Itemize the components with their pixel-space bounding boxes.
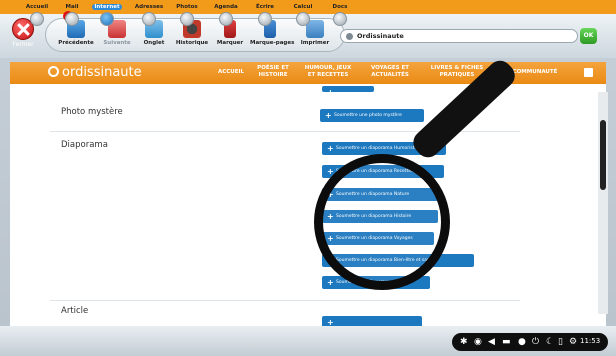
globe-icon (100, 12, 114, 26)
next-label: Suivante (103, 40, 131, 46)
pencil-icon (258, 12, 272, 26)
clock: 11:53 (580, 337, 601, 345)
home-icon (30, 12, 44, 26)
facebook-icon[interactable] (584, 68, 593, 77)
dock-mail[interactable]: Mail (57, 4, 87, 26)
site-icon (346, 33, 353, 40)
dock-label: Agenda (214, 4, 238, 10)
logo-text: ordissinaute (62, 65, 142, 80)
bookmarks-label: Marque-pages (250, 40, 295, 46)
power-icon[interactable]: ⏻ (532, 336, 539, 348)
nav-humour-jeux-recettes[interactable]: HUMOUR, JEUX ET RECETTES (301, 65, 355, 79)
dock-label: Écrire (255, 4, 275, 10)
magnifying-glass-icon (314, 154, 450, 290)
dock-label: Adresses (134, 4, 164, 10)
screen: Fermer Précédente Suivante Ongl​et Histo… (0, 0, 616, 356)
top-partial-button[interactable] (322, 86, 374, 99)
battery-icon: ▬ (502, 337, 511, 347)
submit-photo-button[interactable]: Soumettre une photo mystère (320, 109, 424, 122)
camera-icon (180, 12, 194, 26)
nav-poesie-histoire[interactable]: POÉSIE ET HISTOIRE (254, 65, 292, 79)
calendar-icon (219, 12, 233, 26)
dock-internet[interactable]: Internet (92, 4, 122, 26)
ok-button[interactable]: OK (580, 28, 597, 44)
trash-icon[interactable]: ▯ (558, 336, 563, 348)
dock-calcul[interactable]: Calcul (288, 4, 318, 26)
dock-photos[interactable]: Photos (172, 4, 202, 26)
site-navbar: ordissinaute ACCUEIL POÉSIE ET HISTOIRE … (10, 62, 606, 84)
volume-icon[interactable]: ◀ (488, 336, 495, 348)
logo-icon (48, 66, 59, 77)
nav-accueil[interactable]: ACCUEIL (213, 69, 249, 76)
dock-adresses[interactable]: Adresses (134, 4, 164, 26)
system-tray: ✱ ◉ ◀ ▬ ● ⏻ ☾ ▯ ⚙ 11:53 (452, 333, 608, 351)
section-diaporama: Diaporama (61, 140, 108, 150)
dock-label: Accueil (25, 4, 49, 10)
site-logo[interactable]: ordissinaute (48, 65, 142, 81)
mail-icon (65, 12, 79, 26)
dock-label: Docs (332, 4, 348, 10)
nav-voyages-actualites[interactable]: VOYAGES ET ACTUALITÉS (366, 65, 414, 79)
section-photo-mystere: Photo mystère (61, 107, 123, 117)
bookmark-label: Marquer (216, 40, 244, 46)
address-field[interactable]: Ordissinaute (340, 29, 578, 43)
tab-label: Ongl​et (143, 40, 165, 46)
settings-icon[interactable]: ● (518, 336, 526, 348)
moon-icon[interactable]: ☾ (546, 336, 554, 348)
address-book-icon (142, 12, 156, 26)
divider (50, 300, 520, 301)
web-page: ordissinaute ACCUEIL POÉSIE ET HISTOIRE … (10, 62, 606, 326)
submit-article-partial-button[interactable] (322, 316, 422, 326)
wifi-icon[interactable]: ◉ (474, 336, 482, 348)
address-value: Ordissinaute (357, 32, 404, 40)
close-label: Fermer (12, 41, 34, 48)
dock-agenda[interactable]: Agenda (211, 4, 241, 26)
previous-label: Précédente (58, 40, 94, 46)
section-article: Article (61, 306, 89, 316)
dock-label: Mail (65, 4, 79, 10)
dock-ecrire[interactable]: Écrire (250, 4, 280, 26)
calculator-icon (296, 12, 310, 26)
dock-docs[interactable]: Docs (325, 4, 355, 26)
dock-accueil[interactable]: Accueil (22, 4, 52, 26)
print-label: Imprimer (300, 40, 330, 46)
tools-icon[interactable]: ✱ (460, 336, 468, 348)
scrollbar[interactable] (598, 92, 608, 314)
dock-label: Internet (92, 4, 122, 10)
dock-label: Calcul (293, 4, 313, 10)
scroll-thumb[interactable] (600, 120, 606, 190)
dock-label: Photos (176, 4, 198, 10)
gear-icon[interactable]: ⚙ (569, 336, 577, 348)
documents-icon (333, 12, 347, 26)
history-label: Historique (175, 40, 209, 46)
